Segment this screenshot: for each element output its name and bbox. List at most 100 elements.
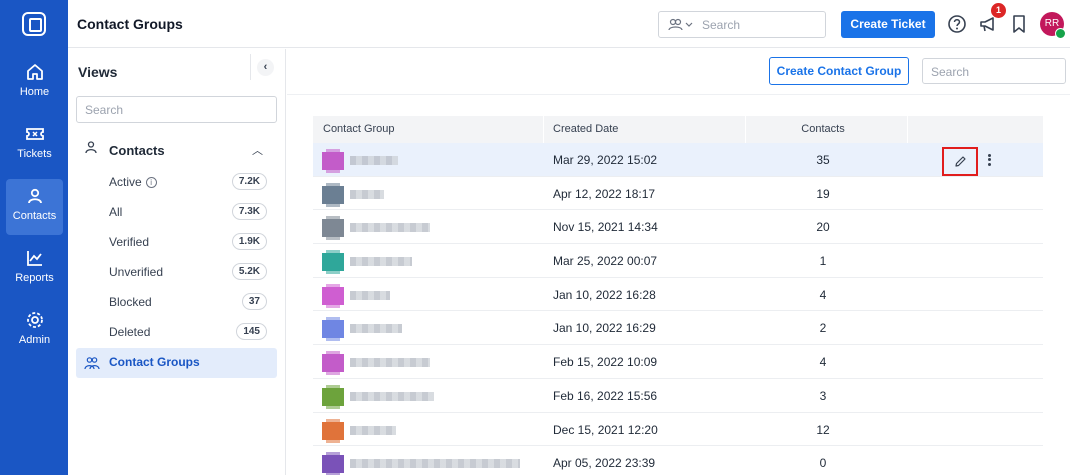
nav-label: Home — [19, 86, 50, 98]
chevron-up-icon: ︿ — [252, 145, 263, 157]
created-date-cell: Dec 15, 2021 12:20 — [553, 422, 658, 437]
global-search-input[interactable]: Search — [658, 11, 826, 38]
table-header: Contact Group Created Date Contacts — [313, 116, 1043, 143]
column-header-contact-group[interactable]: Contact Group — [323, 123, 395, 135]
column-header-contacts[interactable]: Contacts — [793, 123, 853, 135]
more-options-icon[interactable] — [985, 152, 993, 168]
group-avatar — [322, 351, 344, 376]
redacted-group-name — [350, 189, 384, 199]
nav-item-reports[interactable]: Reports — [6, 241, 63, 297]
online-status-icon — [1055, 28, 1066, 39]
pencil-icon — [955, 156, 966, 167]
column-separator — [745, 116, 746, 143]
view-item-all[interactable]: All 7.3K — [76, 198, 277, 226]
view-item-contact-groups[interactable]: Contact Groups — [76, 348, 277, 378]
reports-icon — [26, 251, 42, 266]
info-icon[interactable]: i — [145, 177, 157, 188]
group-avatar — [322, 384, 344, 409]
contact-groups-table: Contact Group Created Date Contacts Mar … — [313, 116, 1043, 475]
redacted-group-name — [350, 358, 430, 368]
table-row[interactable]: Jan 10, 2022 16:28 4 — [313, 278, 1043, 312]
nav-item-admin[interactable]: Admin — [6, 303, 63, 359]
view-item-active[interactable]: Active i 7.2K — [76, 168, 277, 196]
nav-label: Tickets — [17, 148, 52, 160]
table-row[interactable]: Feb 15, 2022 10:09 4 — [313, 345, 1043, 379]
contacts-count-cell: 3 — [819, 388, 827, 403]
divider — [287, 94, 1070, 95]
contacts-count-cell: 35 — [816, 153, 830, 167]
view-count-badge: 5.2K — [231, 263, 267, 280]
table-row[interactable]: Mar 25, 2022 00:07 1 — [313, 244, 1043, 278]
main-content: Create Contact Group Search Contact Grou… — [287, 49, 1070, 475]
people-filter-icon — [668, 18, 693, 31]
app-logo-icon[interactable] — [22, 12, 46, 36]
view-count-badge: 145 — [236, 323, 267, 340]
view-label: Contact Groups — [109, 355, 200, 369]
nav-item-home[interactable]: Home — [6, 55, 63, 111]
views-search-input[interactable]: Search — [76, 96, 277, 123]
redacted-group-name — [350, 290, 390, 300]
view-label: Deleted — [109, 325, 151, 339]
created-date-cell: Feb 16, 2022 15:56 — [553, 388, 658, 403]
top-header: Contact Groups Search Create Ticket 1 RR — [68, 0, 1070, 48]
created-date-cell: Feb 15, 2022 10:09 — [553, 355, 658, 370]
view-item-unverified[interactable]: Unverified 5.2K — [76, 258, 277, 286]
nav-item-tickets[interactable]: Tickets — [6, 117, 63, 173]
group-avatar — [322, 250, 344, 275]
view-label: Unverified — [109, 265, 164, 279]
nav-label: Reports — [15, 272, 54, 284]
contacts-count-cell: 2 — [819, 321, 827, 336]
view-label: Verified — [109, 235, 150, 249]
group-avatar — [322, 317, 344, 342]
search-placeholder: Search — [702, 18, 741, 32]
chevron-left-icon: ‹ — [257, 59, 274, 76]
view-item-verified[interactable]: Verified 1.9K — [76, 228, 277, 256]
group-avatar — [322, 216, 344, 241]
column-header-created-date[interactable]: Created Date — [553, 123, 618, 135]
view-count-badge: 1.9K — [231, 233, 267, 250]
view-count-badge: 7.3K — [231, 203, 267, 220]
contacts-count-cell: 4 — [819, 287, 827, 302]
created-date-cell: Apr 12, 2022 18:17 — [553, 186, 656, 201]
create-contact-group-button[interactable]: Create Contact Group — [769, 57, 909, 85]
person-icon — [85, 141, 97, 154]
redacted-group-name — [350, 223, 430, 233]
table-row[interactable]: Nov 15, 2021 14:34 20 — [313, 210, 1043, 245]
view-item-blocked[interactable]: Blocked 37 — [76, 288, 277, 316]
nav-item-contacts[interactable]: Contacts — [6, 179, 63, 235]
contacts-icon — [27, 188, 42, 204]
view-label: Blocked — [109, 295, 152, 309]
group-avatar — [322, 283, 344, 308]
bookmark-icon[interactable] — [1009, 14, 1029, 34]
column-separator — [907, 116, 908, 143]
group-avatar — [322, 452, 344, 475]
home-icon — [26, 64, 43, 80]
created-date-cell: Nov 15, 2021 14:34 — [553, 220, 658, 235]
gear-icon — [26, 312, 43, 328]
contacts-count-cell: 0 — [819, 456, 827, 471]
redacted-group-name — [350, 459, 520, 469]
table-search-input[interactable]: Search — [922, 58, 1066, 84]
table-row[interactable]: Jan 10, 2022 16:29 2 — [313, 311, 1043, 346]
group-avatar — [322, 418, 344, 443]
edit-group-button[interactable] — [942, 147, 978, 176]
view-item-deleted[interactable]: Deleted 145 — [76, 318, 277, 346]
table-row[interactable]: Apr 05, 2022 23:39 0 — [313, 446, 1043, 475]
contacts-count-cell: 12 — [816, 422, 830, 437]
views-title: Views — [78, 64, 118, 80]
group-avatar — [322, 182, 344, 207]
table-row[interactable]: Dec 15, 2021 12:20 12 — [313, 413, 1043, 447]
page-title: Contact Groups — [77, 16, 183, 32]
collapse-panel-button[interactable]: ‹ — [250, 54, 276, 80]
help-icon[interactable] — [947, 14, 967, 34]
created-date-cell: Mar 29, 2022 15:02 — [553, 153, 658, 167]
ticket-icon — [25, 128, 44, 140]
contacts-group-header[interactable]: Contacts ︿ — [76, 136, 277, 162]
table-row[interactable]: Mar 29, 2022 15:02 35 — [313, 143, 1043, 177]
nav-label: Admin — [18, 334, 51, 346]
table-row[interactable]: Feb 16, 2022 15:56 3 — [313, 379, 1043, 413]
create-ticket-button[interactable]: Create Ticket — [841, 11, 935, 38]
view-label: All — [109, 205, 123, 219]
contacts-count-cell: 4 — [819, 355, 827, 370]
table-row[interactable]: Apr 12, 2022 18:17 19 — [313, 177, 1043, 211]
